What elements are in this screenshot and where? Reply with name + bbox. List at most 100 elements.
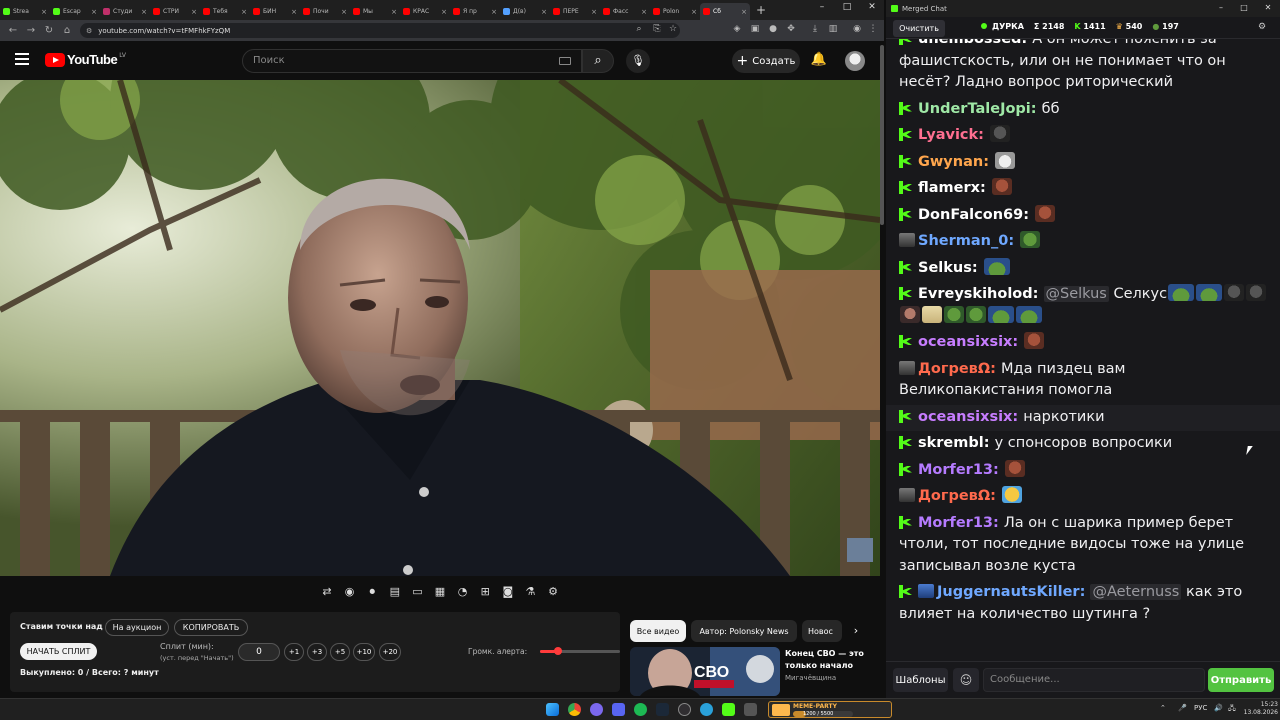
chat-message[interactable]: Lyavick: [886,123,1280,150]
chat-username[interactable]: UnderTaleJopi [918,101,1031,117]
templates-button[interactable]: Шаблоны [893,668,948,692]
browser-tab[interactable]: ПЕРЕ × [550,3,600,20]
tab-close-icon[interactable]: × [91,8,97,16]
video-thumbnail[interactable]: СВО [630,647,780,696]
chat-username[interactable]: ДогревΩ [918,488,990,504]
meme-party-widget[interactable]: MEME-PARTY 1200 / 5500 [768,701,892,718]
broadcast-icon[interactable]: ◉ [342,584,358,600]
telegram-icon[interactable] [700,703,713,716]
extension-icon[interactable]: ▣ [748,24,762,34]
forward-icon[interactable]: → [22,25,40,36]
subtitles-icon[interactable]: ▦ [432,584,448,600]
kick-app-icon[interactable] [722,703,735,716]
browser-tab[interactable]: Студи × [100,3,150,20]
tab-close-icon[interactable]: × [241,8,247,16]
copy-button[interactable]: КОПИРОВАТЬ [174,619,248,636]
increment-button[interactable]: +3 [307,643,327,661]
volume-icon[interactable]: 🔊 [1214,704,1223,712]
tab-close-icon[interactable]: × [441,8,447,16]
chat-username[interactable]: Selkus [918,260,972,276]
increment-button[interactable]: +1 [284,643,304,661]
tab-close-icon[interactable]: × [541,8,547,16]
maximize-icon[interactable]: □ [835,2,859,12]
home-icon[interactable]: ⌂ [58,25,76,36]
browser-tab[interactable]: Strea × [0,3,50,20]
chat-username[interactable]: Morfer13 [918,515,993,531]
voice-search-icon[interactable]: 🎙 [626,49,650,73]
video-channel[interactable]: Мигачёвщина [785,674,836,682]
zoom-icon[interactable]: ⌕ [632,24,646,34]
chat-message[interactable]: skrembl: у спонсоров вопросики [886,431,1280,458]
emoji-picker-icon[interactable]: ☺ [953,668,979,692]
browser-tab[interactable]: Escap × [50,3,100,20]
chat-message[interactable]: DonFalcon69: [886,203,1280,230]
browser-tab[interactable]: БИН × [250,3,300,20]
close-icon[interactable]: ✕ [860,2,884,12]
browser-icon[interactable] [590,703,603,716]
camera-icon[interactable]: ◙ [500,584,516,600]
url-field[interactable]: ⚙ youtube.com/watch?v=tFMFhkFYzQM [80,23,680,38]
back-icon[interactable]: ← [4,25,22,36]
chat-mention[interactable]: @Selkus [1043,286,1109,302]
chat-username[interactable]: oceansixsix [918,409,1012,425]
hamburger-menu-icon[interactable] [15,53,29,65]
clear-button[interactable]: Очистить [893,20,945,37]
chat-message[interactable]: flamerx: [886,176,1280,203]
browser-tab[interactable]: Сб × [700,3,750,20]
chat-message[interactable]: Evreyskiholod: @Selkus Селкус [886,282,1280,330]
browser-tab[interactable]: Polon × [650,3,700,20]
chat-message[interactable]: Morfer13: Ла он с шарика пример берет чт… [886,511,1280,581]
close-icon[interactable]: ✕ [1258,3,1278,12]
tab-close-icon[interactable]: × [491,8,497,16]
browser-tab[interactable]: Почи × [300,3,350,20]
browser-tab[interactable]: Фасс × [600,3,650,20]
speedometer-icon[interactable]: ◔ [455,584,471,600]
notifications-bell-icon[interactable]: 🔔 [810,52,828,67]
start-split-button[interactable]: НАЧАТЬ СПЛИТ [20,643,97,660]
mic-icon[interactable]: 🎤 [1178,704,1187,712]
steam-icon[interactable] [656,703,669,716]
chat-username[interactable]: Sherman_0 [918,233,1008,249]
repeat-icon[interactable]: ⇄ [319,584,335,600]
chat-username[interactable]: unembossed [918,39,1021,47]
system-clock[interactable]: 15:23 13.08.2026 [1242,701,1278,717]
chat-message[interactable]: ДогревΩ: [886,484,1280,511]
increment-button[interactable]: +20 [379,643,401,661]
chat-username[interactable]: JuggernautsKiller [937,584,1080,600]
download-icon[interactable]: ⤓ [808,24,822,34]
page-scrollbar[interactable] [880,45,884,225]
chat-mention[interactable]: @Aeternuss [1090,584,1182,600]
chat-username[interactable]: skrembl [918,435,984,451]
chat-message[interactable]: oceansixsix: наркотики [886,404,1280,431]
increment-button[interactable]: +10 [353,643,375,661]
profile-icon[interactable]: ◉ [850,24,864,34]
chat-message[interactable]: ДогревΩ: Мда пиздец вам Великопакистания… [886,357,1280,405]
chat-message[interactable]: Morfer13: [886,458,1280,485]
chevron-right-icon[interactable]: › [848,620,864,642]
minimize-icon[interactable]: – [1211,3,1231,12]
chat-username[interactable]: Morfer13 [918,462,993,478]
frame-icon[interactable]: ▭ [409,584,425,600]
network-icon[interactable]: 🖧 [1228,704,1236,715]
clapper-icon[interactable]: ▤ [387,584,403,600]
browser-tab[interactable]: Д(в) × [500,3,550,20]
browser-tab[interactable]: Тебя × [200,3,250,20]
chrome-icon[interactable] [568,703,581,716]
create-button[interactable]: + Создать [732,49,800,73]
record-icon[interactable]: ⏺ [364,584,380,600]
chat-username[interactable]: DonFalcon69 [918,207,1023,223]
tab-close-icon[interactable]: × [641,8,647,16]
search-input[interactable]: Поиск [242,49,582,73]
spotify-icon[interactable] [634,703,647,716]
tab-close-icon[interactable]: × [141,8,147,16]
tab-close-icon[interactable]: × [341,8,347,16]
extension-icon[interactable]: ◈ [730,24,744,34]
puzzle-icon[interactable]: ✥ [784,24,798,34]
video-title[interactable]: Конец СВО — это только начало [785,648,880,672]
message-input[interactable]: Сообщение... [983,668,1205,692]
new-tab-icon[interactable]: + [756,3,770,17]
reload-icon[interactable]: ↻ [40,25,58,36]
menu-kebab-icon[interactable]: ⋮ [866,24,880,34]
browser-tab[interactable]: СТРИ × [150,3,200,20]
flask-icon[interactable]: ⚗ [522,584,538,600]
